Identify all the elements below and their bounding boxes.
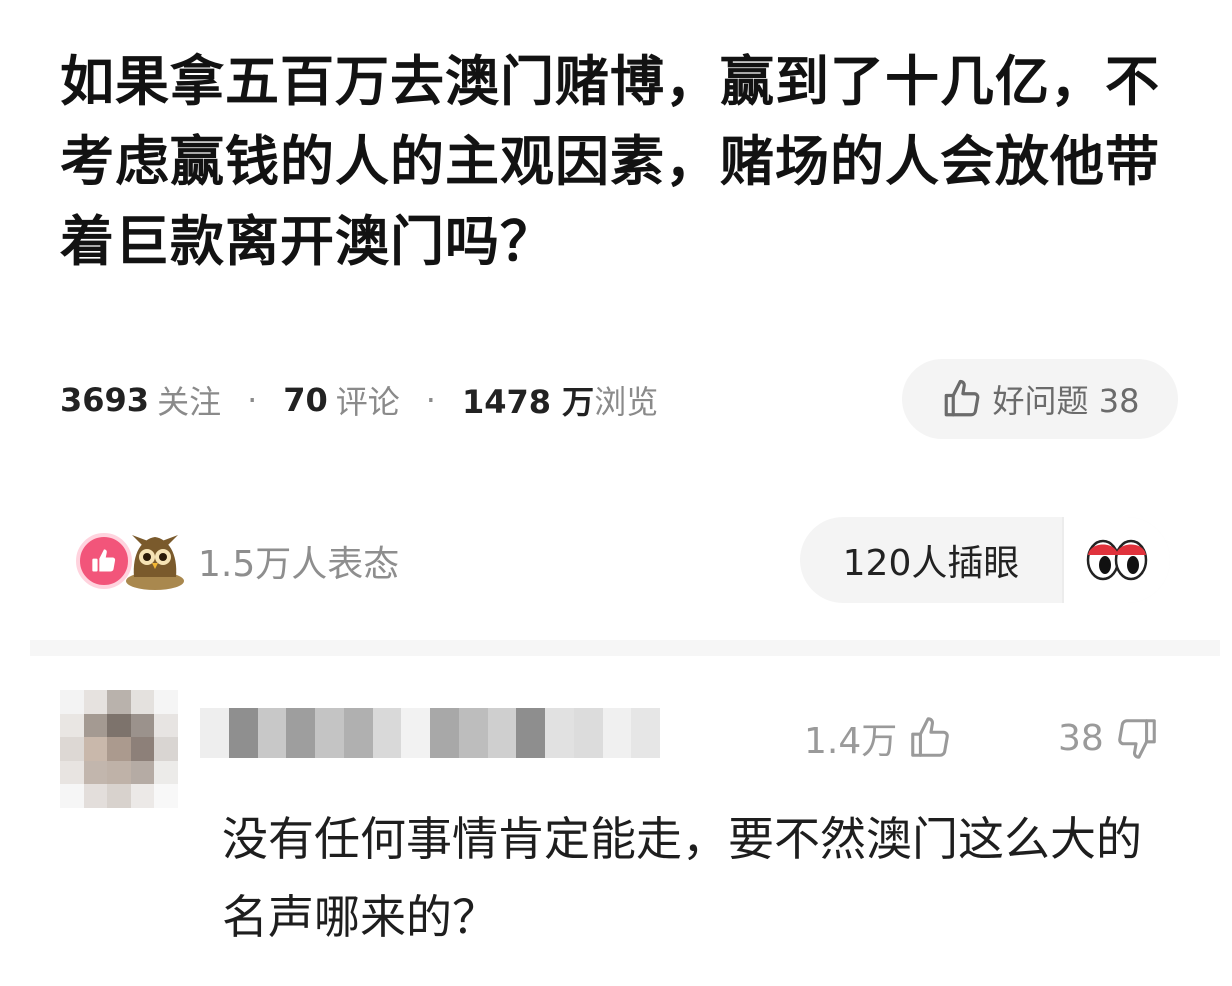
eyes-emoji-icon: [1062, 517, 1170, 603]
views-count: 1478 万: [461, 383, 595, 421]
username-blurred[interactable]: [200, 708, 660, 758]
owl-emoji-icon: [126, 535, 184, 590]
reaction-summary[interactable]: 1.5万人表态: [76, 525, 399, 597]
good-question-button[interactable]: 好问题 38: [902, 359, 1178, 439]
reaction-summary-text: 1.5万人表态: [198, 544, 400, 585]
section-divider: [30, 640, 1220, 656]
followers-label[interactable]: 关注: [157, 377, 221, 423]
comment-like-button[interactable]: 1.4万: [804, 710, 953, 766]
comments-label[interactable]: 评论: [336, 377, 400, 423]
comments-count: 70: [283, 381, 328, 419]
followers-count: 3693: [60, 381, 150, 419]
views-label: 浏览: [594, 383, 659, 421]
thumbs-up-outline-icon: [944, 379, 979, 417]
eyes-bookmark-button[interactable]: 120人插眼: [800, 517, 1170, 603]
comment-text: 没有任何事情肯定能走，要不然澳门这么大的名声哪来的？: [222, 812, 1142, 944]
comment-like-count: 1.4万: [804, 721, 898, 762]
eyes-button-label: 120人插眼: [842, 543, 1020, 584]
good-question-label: 好问题 38: [992, 382, 1140, 420]
stat-separator: ·: [425, 381, 436, 419]
thumbs-up-outline-icon: [911, 717, 950, 757]
question-stats: 3693 关注 · 70 评论 · 1478 万 浏览: [60, 372, 658, 428]
stat-separator: ·: [247, 381, 258, 419]
comment-dislike-button[interactable]: 38: [1058, 710, 1160, 766]
like-badge-icon: [76, 533, 132, 589]
thumbs-down-outline-icon: [1118, 719, 1156, 759]
comment-dislike-count: 38: [1058, 717, 1104, 759]
avatar[interactable]: [60, 690, 178, 808]
question-title: 如果拿五百万去澳门赌博，赢到了十几亿，不考虑赢钱的人的主观因素，赌场的人会放他带…: [60, 50, 1160, 273]
